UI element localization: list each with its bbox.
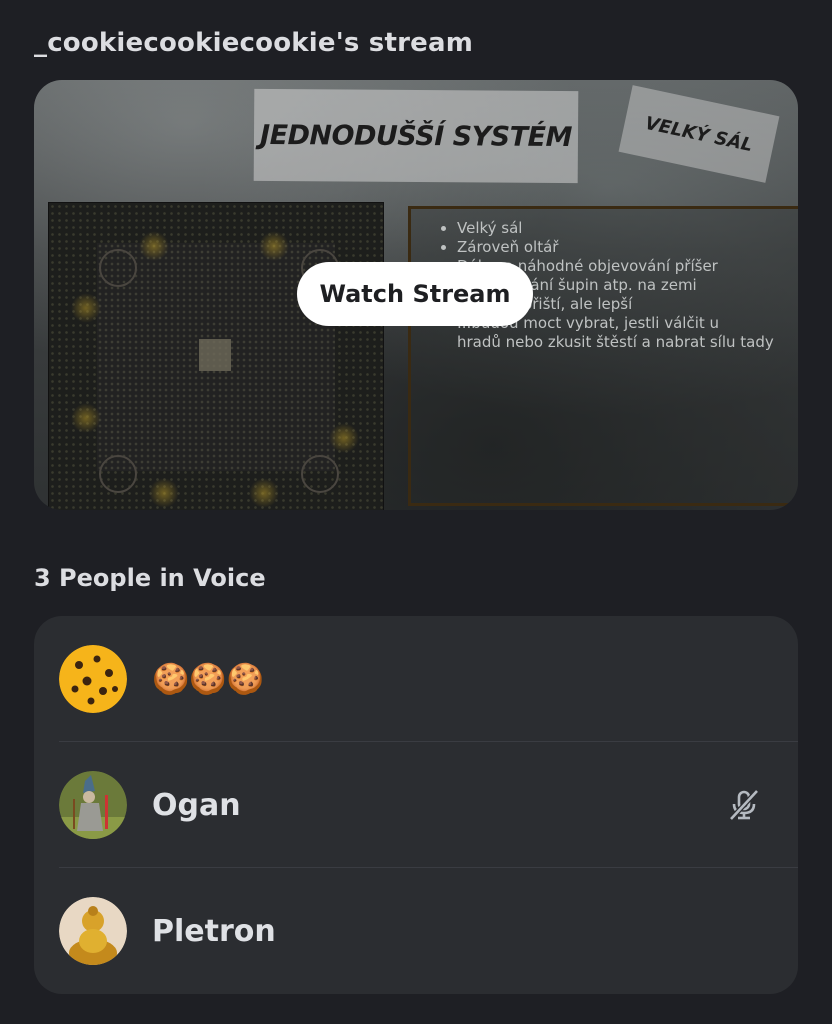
stream-preview[interactable]: JEDNODUŠŠÍ SYSTÉM VELKÝ SÁL Velký sál Zá… [34, 80, 798, 510]
voice-member[interactable]: Pletron [34, 868, 798, 994]
watch-stream-button[interactable]: Watch Stream [297, 262, 533, 326]
slide-bullet: Zároveň oltář [457, 238, 782, 257]
voice-member-list: 🍪🍪🍪 Ogan Pletron [34, 616, 798, 994]
slide-bullet: hradů nebo zkusit štěstí a nabrat sílu t… [457, 333, 774, 351]
member-name: 🍪🍪🍪 [152, 661, 265, 697]
slide-bullet: Velký sál [457, 219, 782, 238]
stream-title: _cookiecookiecookie's stream [34, 28, 474, 58]
member-name: Pletron [152, 913, 276, 949]
golden-figure-avatar [59, 897, 127, 965]
voice-member[interactable]: 🍪🍪🍪 [34, 616, 798, 742]
slide-tag: VELKÝ SÁL [643, 112, 755, 156]
slide-text-box: Velký sál Zároveň oltář Dále se náhodné … [408, 206, 798, 506]
slide-title-card: JEDNODUŠŠÍ SYSTÉM [253, 88, 579, 184]
slide-map-image [48, 202, 384, 510]
voice-heading: 3 People in Voice [34, 564, 266, 592]
member-name: Ogan [152, 787, 241, 823]
voice-member[interactable]: Ogan [34, 742, 798, 868]
cookie-avatar [59, 645, 127, 713]
wizard-avatar [59, 771, 127, 839]
slide-title: JEDNODUŠŠÍ SYSTÉM [259, 119, 573, 153]
muted-mic-icon [729, 789, 759, 821]
